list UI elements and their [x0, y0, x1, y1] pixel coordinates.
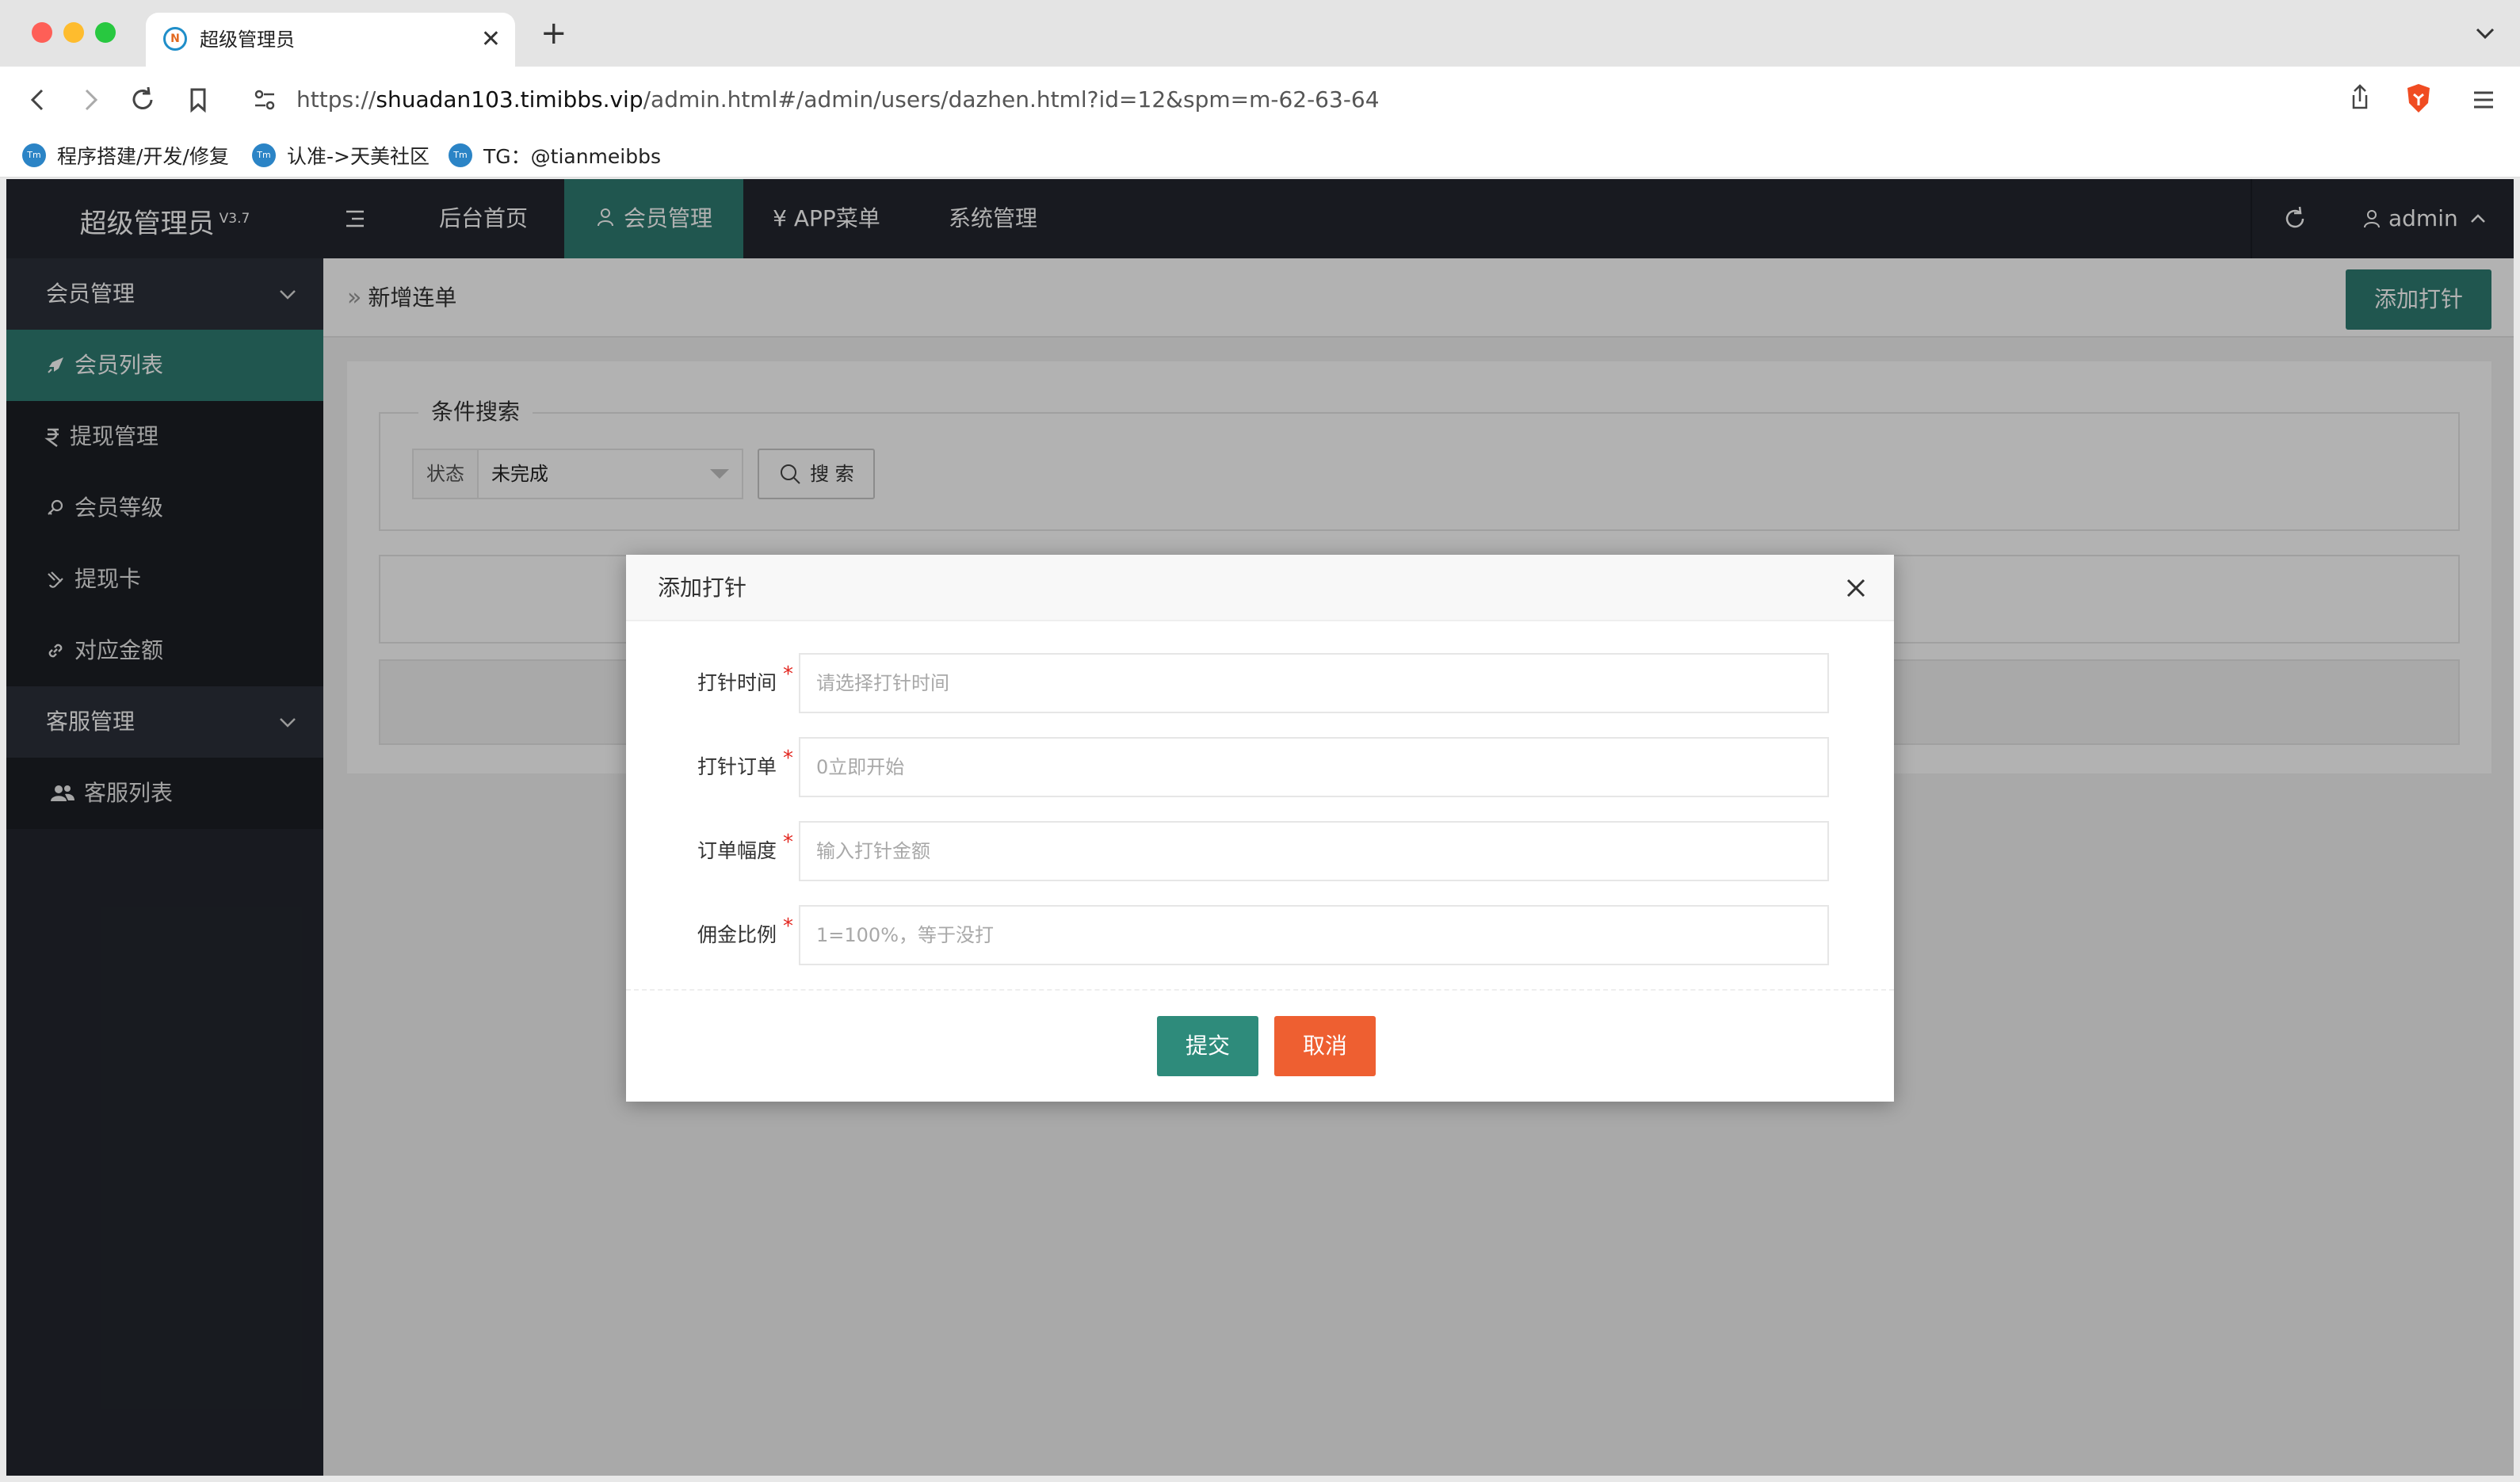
brave-shield-icon[interactable]	[2401, 81, 2436, 116]
bookmark-item[interactable]: Tm 认准->天美社区	[252, 139, 430, 171]
share-icon[interactable]	[2342, 81, 2377, 116]
window-close-button[interactable]	[32, 22, 52, 43]
site-settings-icon[interactable]	[250, 86, 279, 114]
admin-app: 超级管理员 V3.7 后台首页 会员管理 ¥ APP菜单 系统管理 admin 会…	[6, 179, 2514, 1476]
submit-button[interactable]: 提交	[1157, 1016, 1258, 1076]
cancel-button[interactable]: 取消	[1274, 1016, 1376, 1076]
injection-order-input[interactable]	[799, 737, 1829, 797]
close-icon[interactable]	[1842, 574, 1870, 602]
url-field[interactable]: https://shuadan103.timibbs.vip/admin.htm…	[235, 74, 2390, 125]
required-mark: *	[783, 663, 793, 686]
modal-divider	[626, 989, 1894, 991]
bookmark-item[interactable]: Tm TG：@tianmeibbs	[449, 139, 661, 171]
site-favicon-icon: N	[163, 27, 187, 51]
tab-title: 超级管理员	[200, 29, 295, 51]
browser-tab[interactable]: N 超级管理员 ✕	[146, 13, 515, 67]
bookmark-favicon-icon: Tm	[252, 143, 276, 167]
field-label: 打针时间	[697, 671, 777, 694]
forward-icon[interactable]	[73, 82, 108, 117]
bookmark-item[interactable]: Tm 程序搭建/开发/修复	[22, 139, 229, 171]
injection-time-input[interactable]	[799, 653, 1829, 713]
window-zoom-button[interactable]	[95, 22, 116, 43]
required-mark: *	[783, 915, 793, 938]
back-icon[interactable]	[21, 82, 55, 117]
bookmark-icon[interactable]	[181, 82, 216, 117]
browser-menu-icon[interactable]	[2466, 82, 2501, 117]
new-tab-button[interactable]: +	[540, 16, 567, 51]
form-row-time: 打针时间 *	[626, 653, 1894, 713]
required-mark: *	[783, 747, 793, 770]
tab-close-icon[interactable]: ✕	[481, 24, 501, 55]
bookmark-favicon-icon: Tm	[449, 143, 472, 167]
required-mark: *	[783, 831, 793, 854]
add-injection-modal: 添加打针 打针时间 * 打针订单 * 订单幅度 * 佣金比例 * 提交 取消	[626, 555, 1894, 1102]
field-label: 佣金比例	[697, 923, 777, 946]
commission-ratio-input[interactable]	[799, 905, 1829, 965]
modal-title: 添加打针	[658, 575, 747, 601]
field-label: 打针订单	[697, 755, 777, 778]
browser-tab-bar: N 超级管理员 ✕ +	[0, 0, 2520, 67]
bookmark-favicon-icon: Tm	[22, 143, 46, 167]
form-row-commission: 佣金比例 *	[626, 905, 1894, 965]
address-bar: https://shuadan103.timibbs.vip/admin.htm…	[0, 67, 2520, 133]
url-text: https://shuadan103.timibbs.vip/admin.htm…	[296, 86, 1380, 113]
form-row-order: 打针订单 *	[626, 737, 1894, 797]
reload-icon[interactable]	[125, 82, 160, 117]
form-row-amount: 订单幅度 *	[626, 821, 1894, 881]
tab-list-chevron-icon[interactable]	[2469, 17, 2501, 49]
window-minimize-button[interactable]	[63, 22, 84, 43]
order-amount-input[interactable]	[799, 821, 1829, 881]
modal-header: 添加打针	[626, 555, 1894, 621]
bookmarks-bar: Tm 程序搭建/开发/修复 Tm 认准->天美社区 Tm TG：@tianmeibbs	[0, 133, 2520, 178]
field-label: 订单幅度	[697, 839, 777, 862]
